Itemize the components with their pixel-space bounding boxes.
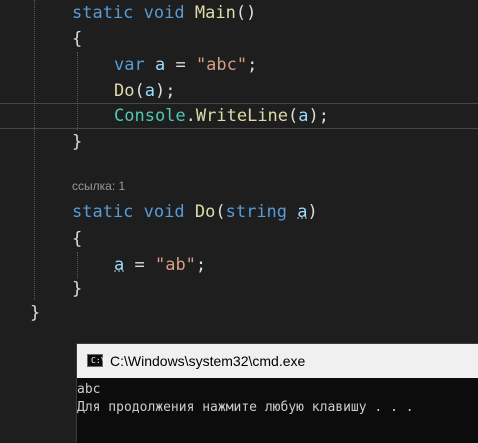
code-line-do-call[interactable]: Do(a); xyxy=(0,78,478,104)
method-name-do: Do xyxy=(194,202,216,222)
keyword-void: void xyxy=(143,202,185,222)
variable-a: a xyxy=(154,55,166,75)
keyword-static: static xyxy=(72,3,134,23)
cmd-icon-prompt: C:\ xyxy=(91,356,106,365)
keyword-static: static xyxy=(72,202,134,222)
paren-semicolon: ); xyxy=(308,106,330,126)
variable-a: a xyxy=(114,255,125,275)
codelens-references[interactable]: ссылка: 1 xyxy=(72,179,125,193)
method-call-do: Do xyxy=(114,81,135,101)
paren: ( xyxy=(215,202,226,222)
console-window[interactable]: C:\ C:\Windows\system32\cmd.exe abc Для … xyxy=(76,343,478,443)
code-line-open-brace[interactable]: { xyxy=(0,26,478,52)
code-line-do-signature[interactable]: static void Do(string a) xyxy=(0,199,478,225)
keyword-void: void xyxy=(143,3,185,23)
console-output-line: Для продолжения нажмите любую клавишу . … xyxy=(77,400,414,415)
console-output-line: abc xyxy=(77,382,101,397)
open-brace: { xyxy=(72,229,83,249)
string-literal: "abc" xyxy=(195,55,248,75)
code-line-close-brace[interactable]: } xyxy=(0,276,478,302)
paren-semicolon: ); xyxy=(154,81,176,101)
console-title: C:\Windows\system32\cmd.exe xyxy=(110,353,306,369)
semicolon: ; xyxy=(247,55,258,75)
close-brace: } xyxy=(30,303,41,323)
code-line-close-class-brace[interactable]: } xyxy=(0,300,478,326)
paren: ( xyxy=(288,106,299,126)
argument-a: a xyxy=(298,106,309,126)
cmd-icon: C:\ xyxy=(87,354,106,367)
paren: ( xyxy=(134,81,145,101)
open-brace: { xyxy=(72,29,83,49)
console-titlebar[interactable]: C:\ C:\Windows\system32\cmd.exe xyxy=(77,344,478,378)
assign-operator: = xyxy=(165,55,196,75)
code-line-close-brace[interactable]: } xyxy=(0,129,478,155)
string-literal: "ab" xyxy=(154,255,196,275)
close-brace: } xyxy=(72,132,83,152)
keyword-string: string xyxy=(225,202,288,222)
dot: . xyxy=(185,106,196,126)
punctuation: () xyxy=(235,3,257,23)
assign-operator: = xyxy=(124,255,155,275)
code-line-main-signature[interactable]: static void Main() xyxy=(0,0,478,26)
parameter-a: a xyxy=(297,202,308,222)
code-line-open-brace[interactable]: { xyxy=(0,226,478,252)
method-writeline: WriteLine xyxy=(195,106,289,126)
code-line-assignment[interactable]: a = "ab"; xyxy=(0,252,478,278)
console-output[interactable]: abc Для продолжения нажмите любую клавиш… xyxy=(77,378,478,443)
argument-a: a xyxy=(144,81,155,101)
semicolon: ; xyxy=(195,255,207,275)
class-console: Console xyxy=(114,106,186,126)
method-name-main: Main xyxy=(194,3,236,23)
keyword-var: var xyxy=(114,55,145,75)
close-brace: } xyxy=(72,279,83,299)
paren: ) xyxy=(307,202,318,222)
code-line-console-writeline[interactable]: Console.WriteLine(a); xyxy=(0,103,478,129)
code-line-var-declaration[interactable]: var a = "abc"; xyxy=(0,52,478,78)
